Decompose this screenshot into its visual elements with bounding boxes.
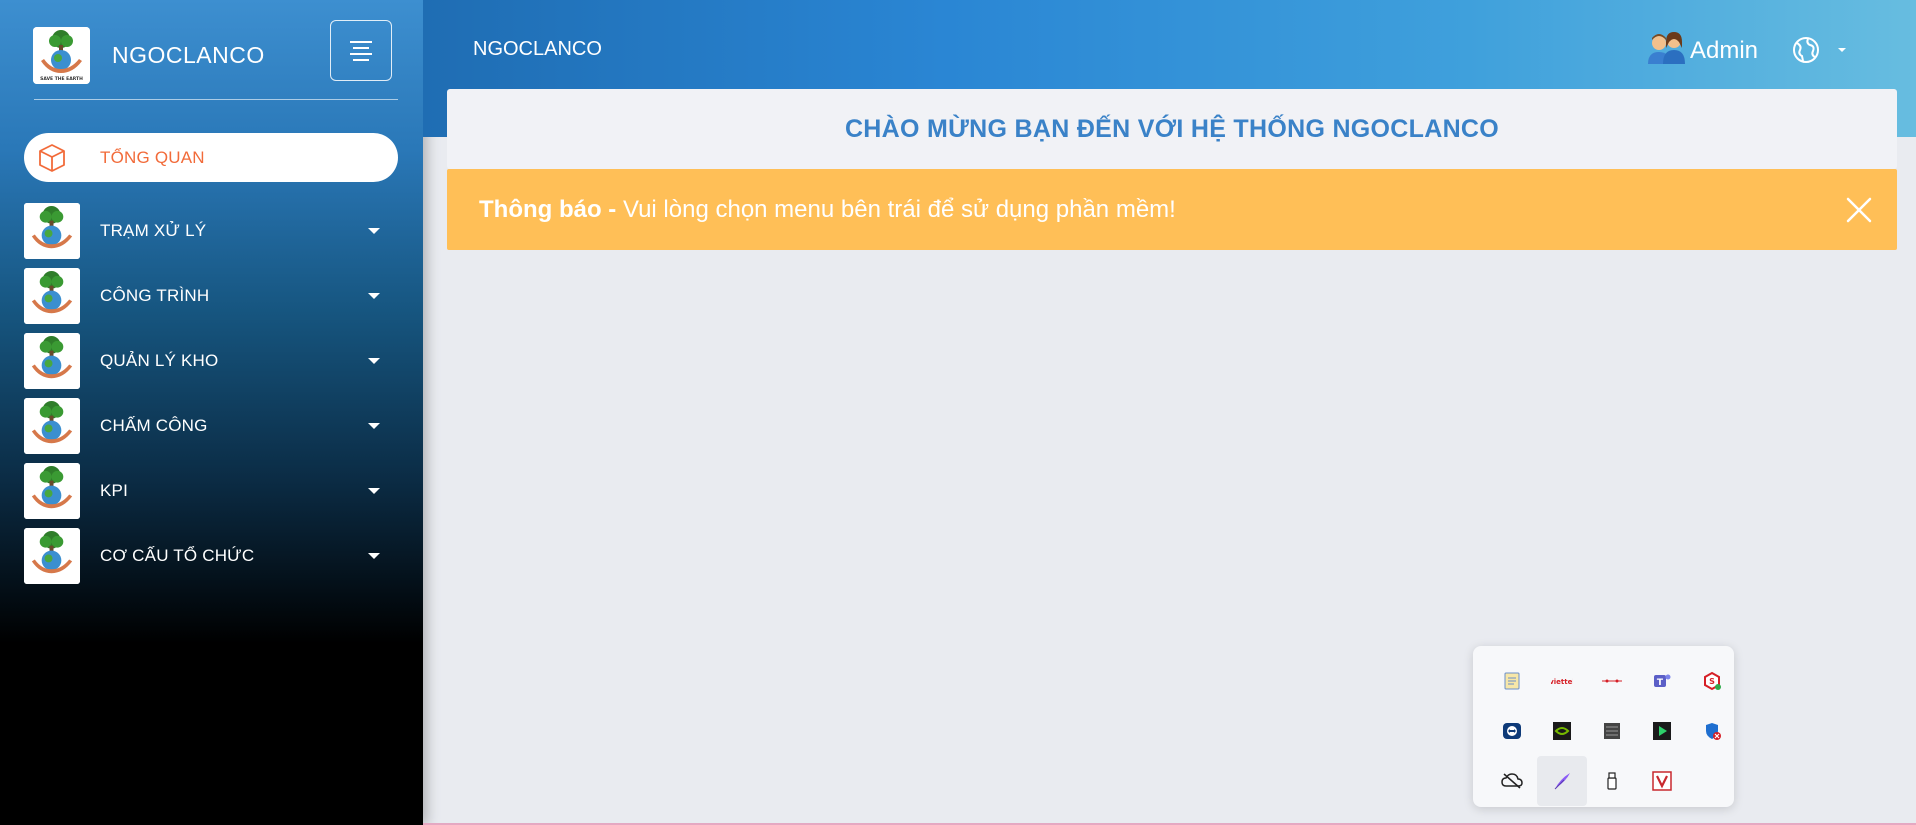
svg-text:SAVE THE EARTH: SAVE THE EARTH <box>40 76 83 82</box>
sidebar-item-quan-ly-kho[interactable]: QUẢN LÝ KHO <box>24 328 398 393</box>
security-shield-icon[interactable]: S <box>1687 656 1737 706</box>
sidebar-item-label: CHẤM CÔNG <box>100 415 208 435</box>
teams-icon[interactable]: T <box>1637 656 1687 706</box>
sidebar-item-tong-quan[interactable]: TỔNG QUAN <box>24 133 398 182</box>
usb-drive-icon[interactable] <box>1587 756 1637 806</box>
sidebar-item-label: KPI <box>100 480 129 500</box>
welcome-heading: CHÀO MỪNG BẠN ĐẾN VỚI HỆ THỐNG NGOCLANCO <box>844 114 1500 143</box>
menu-line <box>353 58 369 61</box>
save-the-earth-icon <box>24 332 80 389</box>
welcome-card: CHÀO MỪNG BẠN ĐẾN VỚI HỆ THỐNG NGOCLANCO <box>447 89 1897 169</box>
svg-text:T: T <box>1657 678 1664 688</box>
v-app-icon[interactable] <box>1637 756 1687 806</box>
system-tray-overflow: viettel T S <box>1473 646 1734 807</box>
sidebar-item-label: CÔNG TRÌNH <box>100 285 210 305</box>
sidebar-item-cong-trinh[interactable]: CÔNG TRÌNH <box>24 263 398 328</box>
alert-text: Thông báo - Vui lòng chọn menu bên trái … <box>479 196 1176 224</box>
notification-alert: Thông báo - Vui lòng chọn menu bên trái … <box>447 169 1897 250</box>
sidebar-item-label: TRẠM XỬ LÝ <box>100 220 207 240</box>
chevron-down-icon <box>368 227 380 234</box>
globe-icon[interactable] <box>1791 35 1821 70</box>
chevron-down-icon <box>368 357 380 364</box>
teamviewer-icon[interactable] <box>1487 706 1537 756</box>
alert-title: Thông báo - <box>479 195 617 223</box>
cloud-offline-icon[interactable] <box>1487 756 1537 806</box>
alert-message: Vui lòng chọn menu bên trái để sử dụng p… <box>616 195 1176 223</box>
users-avatar-icon <box>1646 30 1688 71</box>
defender-icon[interactable] <box>1687 706 1737 756</box>
sidebar: SAVE THE EARTH NGOCLANCO TỔNG QUAN TRẠM … <box>0 0 423 825</box>
menu-line <box>353 46 369 49</box>
chevron-down-icon <box>368 422 380 429</box>
network-icon[interactable] <box>1587 656 1637 706</box>
brand-title: NGOCLANCO <box>112 41 265 68</box>
sidebar-item-cham-cong[interactable]: CHẤM CÔNG <box>24 393 398 458</box>
brand[interactable]: SAVE THE EARTH NGOCLANCO <box>33 25 265 85</box>
svg-text:S: S <box>1709 677 1715 686</box>
viettel-icon[interactable]: viettel <box>1537 656 1587 706</box>
user-name-label: Admin <box>1690 36 1759 64</box>
chevron-down-icon <box>368 552 380 559</box>
chevron-down-icon <box>368 487 380 494</box>
server-icon[interactable] <box>1587 706 1637 756</box>
sidebar-item-label: CƠ CẤU TỔ CHỨC <box>100 545 255 565</box>
sidebar-item-co-cau-to-chuc[interactable]: CƠ CẤU TỔ CHỨC <box>24 523 398 588</box>
save-the-earth-icon <box>24 267 80 324</box>
sidebar-nav: TỔNG QUAN TRẠM XỬ LÝ CÔNG TRÌNH QUẢN LÝ … <box>24 133 398 588</box>
cube-icon <box>24 142 80 174</box>
sidebar-divider <box>34 99 398 100</box>
sidebar-item-tram-xu-ly[interactable]: TRẠM XỬ LÝ <box>24 198 398 263</box>
menu-toggle-button[interactable] <box>330 20 392 81</box>
feather-pen-icon[interactable] <box>1537 756 1587 806</box>
chevron-down-icon <box>368 292 380 299</box>
save-the-earth-icon <box>24 397 80 454</box>
save-the-earth-icon <box>24 202 80 259</box>
save-the-earth-logo: SAVE THE EARTH <box>33 26 90 84</box>
nvidia-icon[interactable] <box>1537 706 1587 756</box>
close-icon[interactable] <box>1845 196 1873 224</box>
save-the-earth-icon <box>24 527 80 584</box>
svg-text:viettel: viettel <box>1551 678 1573 686</box>
media-player-icon[interactable] <box>1637 706 1687 756</box>
user-menu[interactable]: Admin <box>1646 30 1758 71</box>
save-the-earth-icon <box>24 462 80 519</box>
header-title: NGOCLANCO <box>473 38 602 60</box>
sidebar-item-label: QUẢN LÝ KHO <box>100 350 219 370</box>
sidebar-item-kpi[interactable]: KPI <box>24 458 398 523</box>
language-dropdown-caret-icon[interactable] <box>1838 48 1846 52</box>
menu-lines-icon <box>350 40 372 43</box>
menu-line <box>350 52 372 55</box>
notepad-icon[interactable] <box>1487 656 1537 706</box>
sidebar-item-label: TỔNG QUAN <box>100 147 205 167</box>
